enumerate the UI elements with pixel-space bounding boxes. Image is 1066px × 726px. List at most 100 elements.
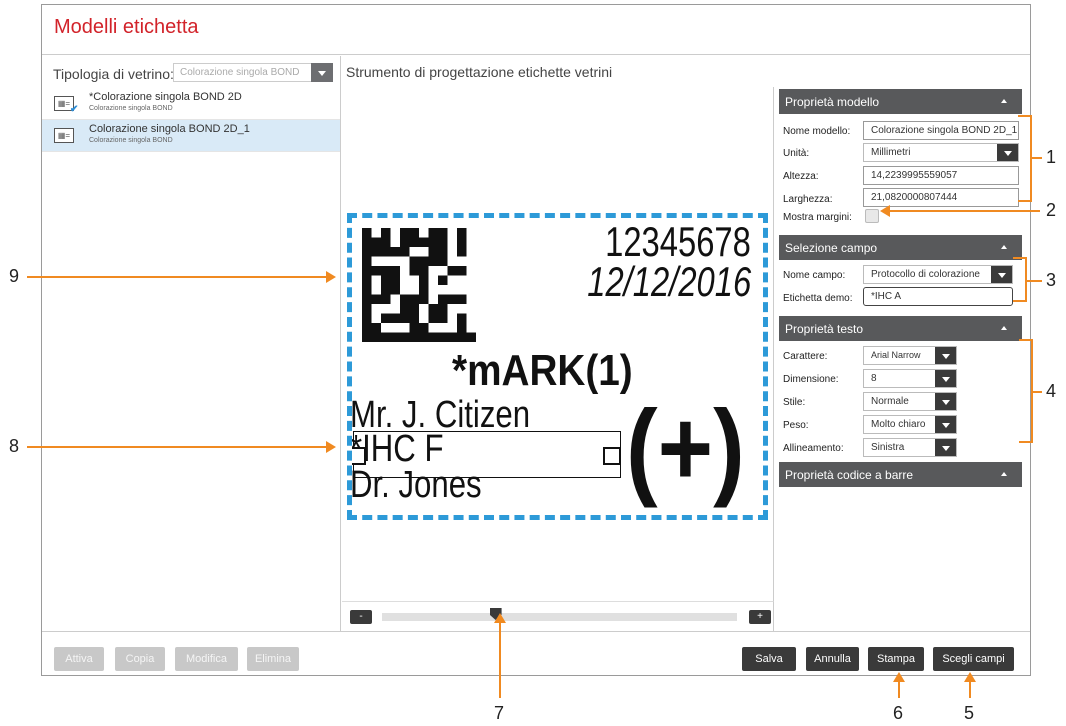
unit-value: Millimetri [871,147,911,158]
design-canvas[interactable]: 12345678 12/12/2016 *mARK(1) Mr. J. Citi… [342,87,774,601]
model-properties-header[interactable]: Proprietà modello [779,89,1022,114]
slide-type-header: Tipologia di vetrino: Colorazione singol… [42,56,340,88]
doctor-name[interactable]: Dr. Jones [352,464,482,507]
zoom-in-button[interactable]: + [749,610,771,624]
field-label: Carattere: [783,351,828,362]
style-value: Normale [871,396,909,407]
section-title: Proprietà modello [785,95,880,109]
size-select[interactable]: 8 [863,369,957,388]
callout-line-3 [1027,280,1042,282]
title-bar: Modelli etichetta [42,5,1030,55]
slide-date[interactable]: 12/12/2016 [587,258,751,306]
field-label: Nome modello: [783,126,851,137]
chevron-down-icon [997,144,1018,161]
demo-label-input[interactable]: *IHC A [863,287,1013,306]
designer-header: Strumento di progettazione etichette vet… [346,64,613,80]
result-symbol[interactable]: (+) [626,394,745,502]
callout-line-8 [27,446,327,448]
field-label: Peso: [783,420,809,431]
field-label: Stile: [783,397,806,408]
list-item[interactable]: ▦= Colorazione singola BOND 2D_1 Coloraz… [42,120,340,152]
callout-4: 4 [1046,381,1057,401]
resize-handle-left[interactable] [352,447,366,465]
slide-type-select[interactable]: Colorazione singola BOND [173,63,333,82]
height-input[interactable]: 14,2239995559057 [863,166,1019,185]
copy-button[interactable]: Copia [115,647,165,671]
choose-fields-button[interactable]: Scegli campi [933,647,1014,671]
font-select[interactable]: Arial Narrow [863,346,957,365]
callout-7: 7 [494,703,505,723]
zoom-bar: - + [342,601,774,631]
collapse-icon [1001,472,1007,476]
callout-line-2 [888,210,1040,212]
callout-line-1 [1032,157,1042,159]
alignment-select[interactable]: Sinistra [863,438,957,457]
datamatrix-barcode [362,228,476,342]
show-margins-checkbox[interactable] [865,209,879,223]
field-selection-header[interactable]: Selezione campo [779,235,1022,260]
field-name-select[interactable]: Protocollo di colorazione [863,265,1013,284]
delete-button[interactable]: Elimina [247,647,299,671]
field-label: Unità: [783,148,810,159]
check-icon: ✔ [70,104,79,115]
callout-6: 6 [893,703,904,723]
style-select[interactable]: Normale [863,392,957,411]
field-label: Dimensione: [783,374,839,385]
callout-line-5 [969,680,971,698]
callout-line-6 [898,680,900,698]
weight-value: Molto chiaro [871,419,926,430]
print-button[interactable]: Stampa [868,647,924,671]
callout-line-4 [1033,391,1042,393]
template-subtitle: Colorazione singola BOND [89,105,173,112]
weight-select[interactable]: Molto chiaro [863,415,957,434]
text-properties-header[interactable]: Proprietà testo [779,316,1022,341]
section-title: Proprietà testo [785,322,864,336]
activate-button[interactable]: Attiva [54,647,104,671]
slide-type-value: Colorazione singola BOND [180,67,300,78]
resize-handle-right[interactable] [603,447,621,465]
callout-3: 3 [1046,270,1057,290]
chevron-down-icon [935,416,956,433]
section-title: Selezione campo [785,241,878,255]
font-value: Arial Narrow [871,350,921,360]
zoom-out-button[interactable]: - [350,610,372,624]
callout-bracket-1 [1018,115,1032,202]
chevron-down-icon [935,439,956,456]
collapse-icon [1001,326,1007,330]
callout-arrow-8 [326,441,336,453]
alignment-value: Sinistra [871,442,905,453]
zoom-slider[interactable] [382,613,737,621]
label-template-icon: ▦= [54,128,74,143]
callout-5: 5 [964,703,975,723]
template-name: Colorazione singola BOND 2D_1 [89,123,250,135]
save-button[interactable]: Salva [742,647,796,671]
template-subtitle: Colorazione singola BOND [89,137,173,144]
chevron-down-icon [935,393,956,410]
field-label: Larghezza: [783,194,833,205]
cancel-button[interactable]: Annulla [806,647,859,671]
model-name-input[interactable]: Colorazione singola BOND 2D_1 [863,121,1019,140]
properties-panel: Proprietà modello Nome modello: Colorazi… [779,89,1022,601]
label-preview[interactable]: 12345678 12/12/2016 *mARK(1) Mr. J. Citi… [347,213,768,520]
callout-bracket-4 [1019,339,1033,443]
chevron-down-icon [991,266,1012,283]
template-name: *Colorazione singola BOND 2D [89,91,242,103]
size-value: 8 [871,373,877,384]
edit-button[interactable]: Modifica [175,647,238,671]
slide-type-label: Tipologia di vetrino: [53,66,174,82]
barcode-properties-header[interactable]: Proprietà codice a barre [779,462,1022,487]
callout-line-9 [27,276,327,278]
unit-select[interactable]: Millimetri [863,143,1019,162]
callout-8: 8 [9,436,20,456]
template-list-panel: Tipologia di vetrino: Colorazione singol… [42,56,341,631]
slide-mark[interactable]: *mARK(1) [452,346,633,396]
section-title: Proprietà codice a barre [785,468,914,482]
field-label: Altezza: [783,171,819,182]
callout-1: 1 [1046,147,1057,167]
callout-9: 9 [9,266,20,286]
field-name-value: Protocollo di colorazione [871,269,980,280]
label-templates-window: Modelli etichetta Tipologia di vetrino: … [41,4,1031,676]
collapse-icon [1001,245,1007,249]
list-item[interactable]: ▦= ✔ *Colorazione singola BOND 2D Colora… [42,88,340,120]
field-label: Allineamento: [783,443,844,454]
